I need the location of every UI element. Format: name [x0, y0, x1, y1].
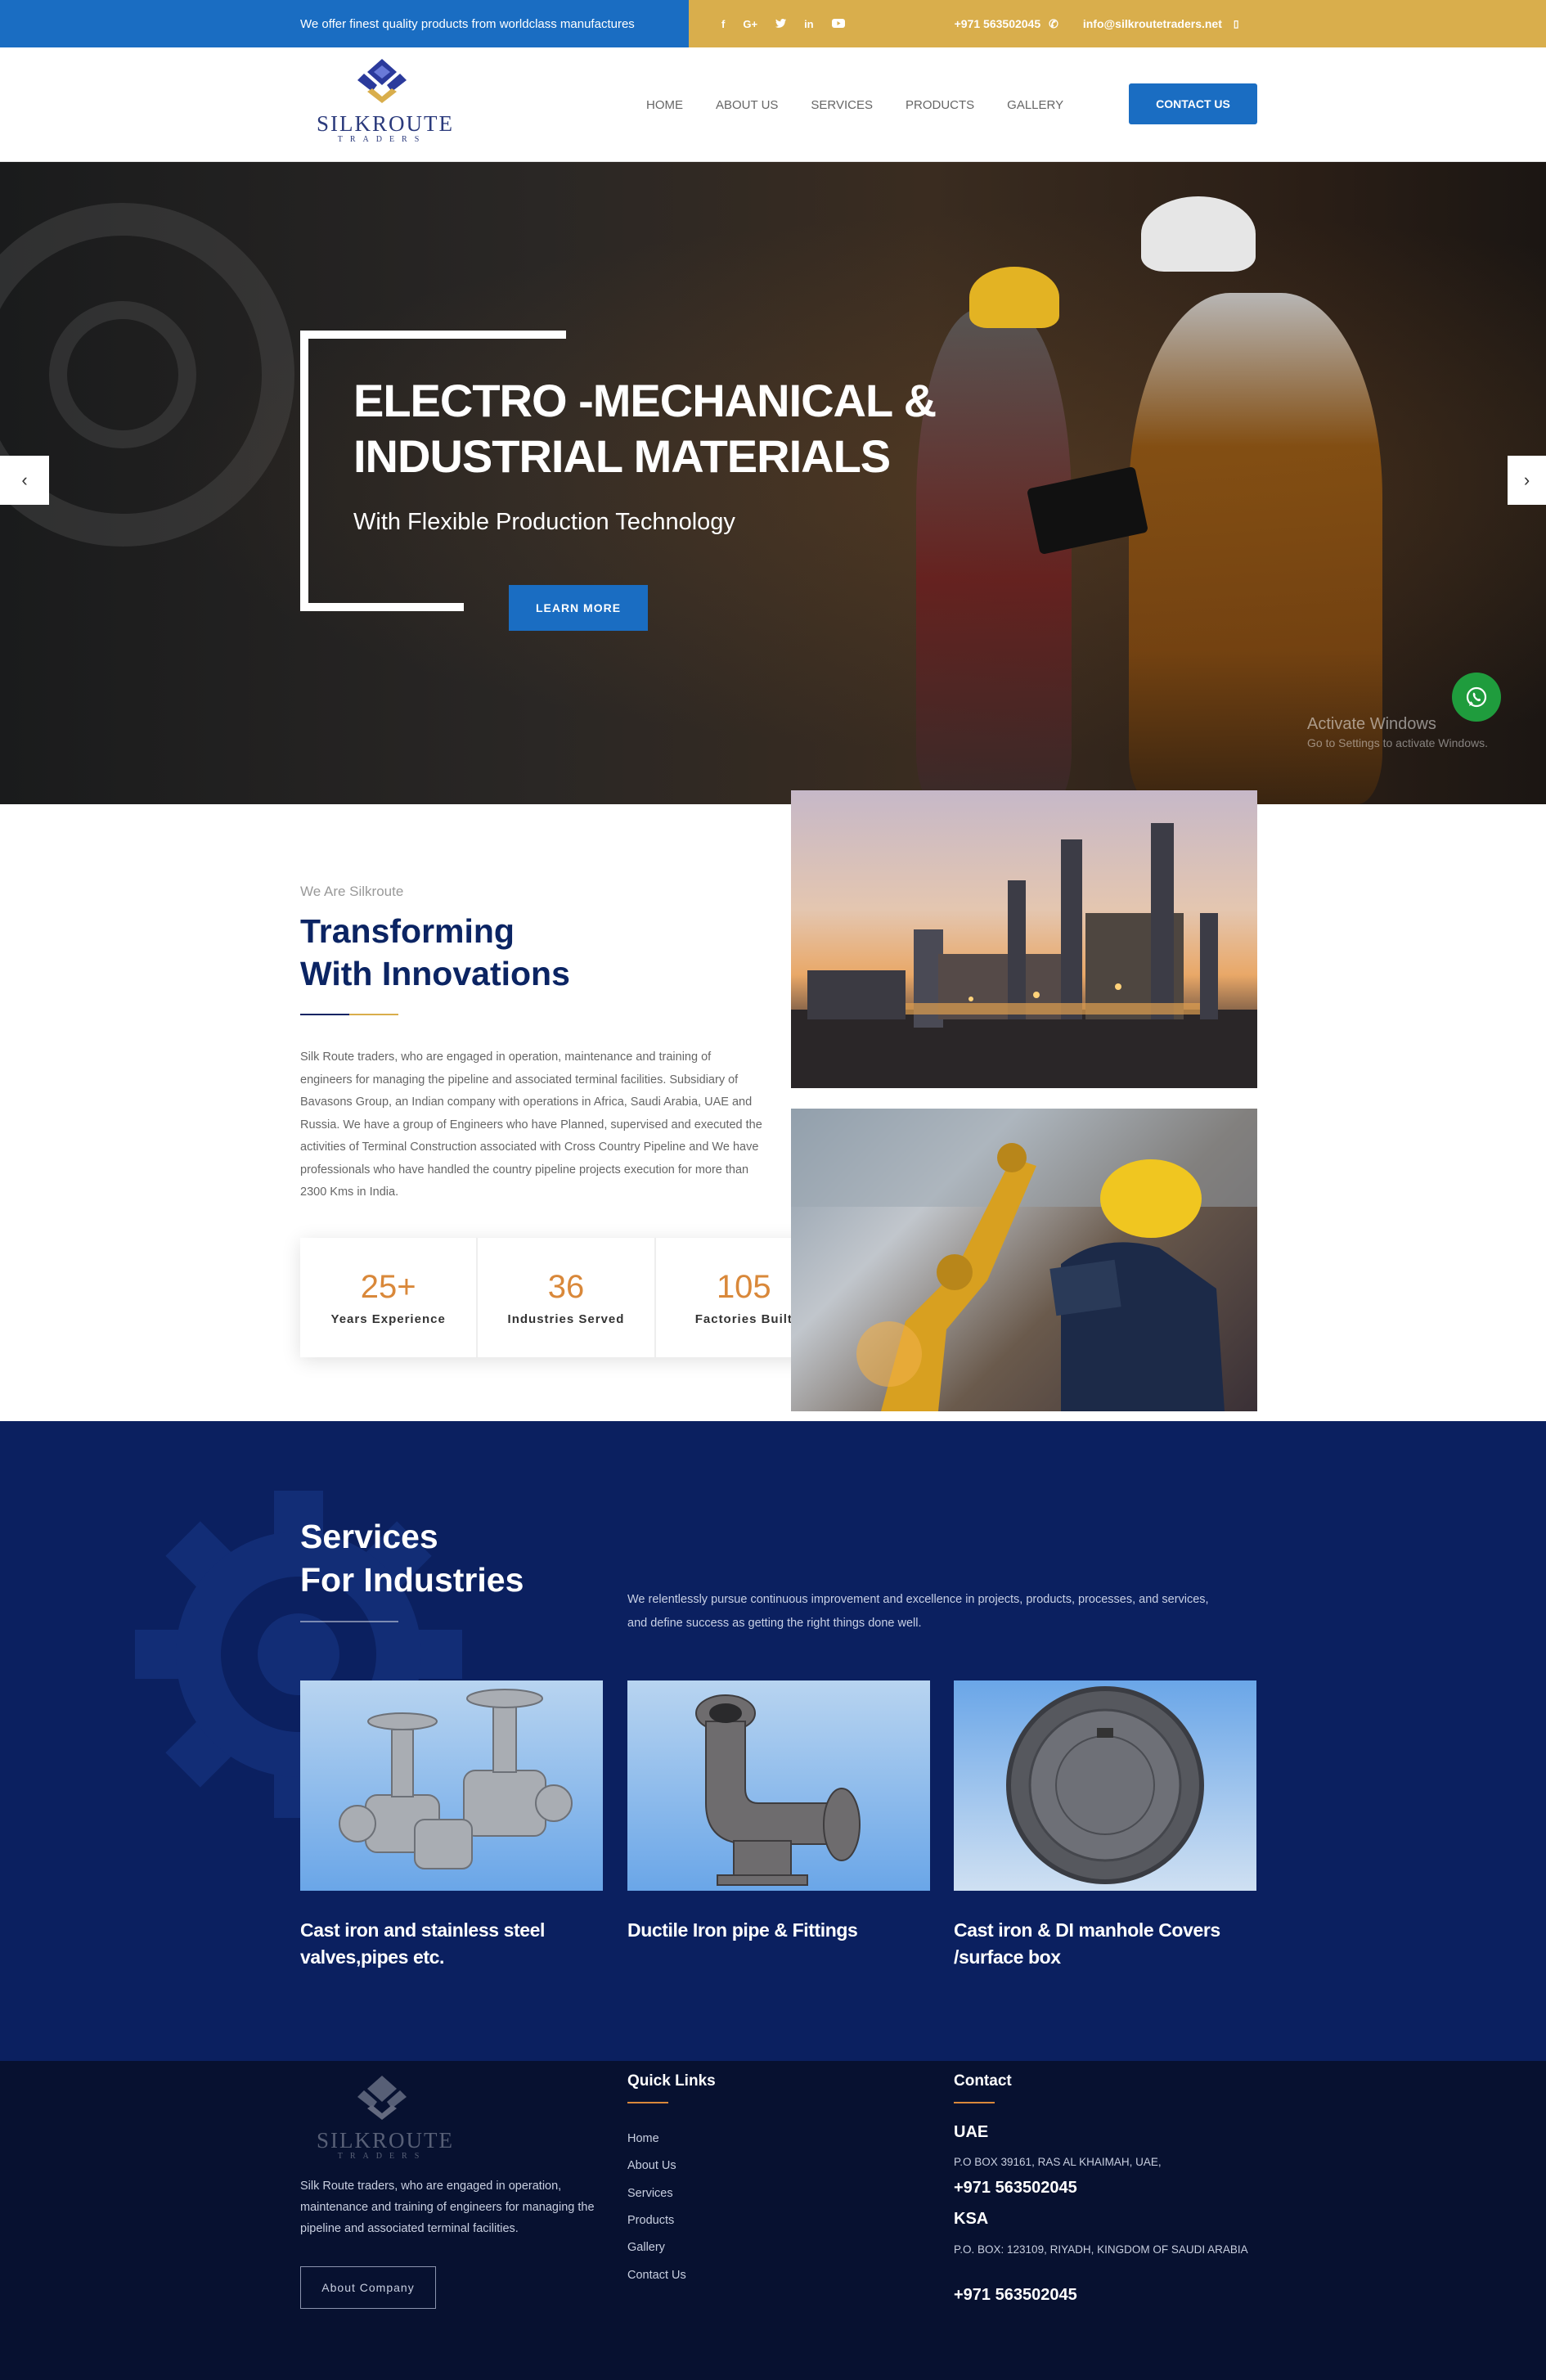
social-links: f G+ in — [721, 18, 845, 30]
linkedin-icon[interactable]: in — [804, 18, 814, 30]
hero-subtitle: With Flexible Production Technology — [353, 509, 735, 535]
whatsapp-icon — [1466, 686, 1487, 708]
nav-about-us[interactable]: ABOUT US — [716, 98, 778, 112]
topbar-tagline-area: We offer finest quality products from wo… — [0, 0, 689, 47]
refinery-image — [791, 790, 1257, 1088]
service-card-manhole-image[interactable] — [954, 1680, 1256, 1891]
robot-arm-image — [791, 1109, 1257, 1411]
about-company-button[interactable]: About Company — [300, 2266, 436, 2309]
windows-activation-title: Activate Windows — [1307, 715, 1436, 733]
topbar-tagline: We offer finest quality products from wo… — [300, 16, 635, 31]
about-title: Transforming With Innovations — [300, 912, 570, 992]
footer-logo-mark-icon — [357, 2076, 407, 2120]
ksa-phone[interactable]: +971 563502045 — [954, 2286, 1077, 2305]
white-helmet — [1141, 196, 1256, 272]
uae-address: P.O BOX 39161, RAS AL KHAIMAH, UAE, — [954, 2156, 1162, 2168]
windows-activation-subtitle: Go to Settings to activate Windows. — [1307, 736, 1488, 749]
topbar-email[interactable]: info@silkroutetraders.net — [1083, 17, 1222, 30]
ksa-label: KSA — [954, 2210, 989, 2228]
services-title: Services For Industries — [300, 1518, 524, 1599]
services-section: Services For Industries We relentlessly … — [0, 1421, 1546, 2061]
footer-logo[interactable]: SILKROUTE TRADERS — [317, 2072, 454, 2162]
nav-gallery[interactable]: GALLERY — [1007, 98, 1063, 112]
learn-more-button[interactable]: LEARN MORE — [509, 585, 648, 631]
slider-next-button[interactable]: › — [1508, 456, 1546, 505]
whatsapp-button[interactable] — [1452, 673, 1501, 722]
hero-title: ELECTRO -MECHANICAL & INDUSTRIAL MATERIA… — [353, 375, 937, 482]
footer-link-products[interactable]: Products — [627, 2214, 674, 2227]
contact-us-button[interactable]: CONTACT US — [1129, 83, 1257, 124]
yellow-helmet — [969, 267, 1059, 328]
logo-subtitle: TRADERS — [337, 135, 427, 144]
stat-industries: 36 Industries Served — [478, 1238, 656, 1357]
logo-name: SILKROUTE — [317, 111, 454, 136]
service-card-pipe-image[interactable] — [627, 1680, 930, 1891]
uae-phone[interactable]: +971 563502045 — [954, 2179, 1077, 2198]
footer-link-gallery[interactable]: Gallery — [627, 2241, 665, 2254]
logo-mark-icon — [357, 59, 407, 103]
about-eyebrow: We Are Silkroute — [300, 884, 404, 899]
hero-slider: ELECTRO -MECHANICAL & INDUSTRIAL MATERIA… — [0, 162, 1546, 804]
footer-about-text: Silk Route traders, who are engaged in o… — [300, 2180, 595, 2235]
service-card-pipe-title[interactable]: Ductile Iron pipe & Fittings — [627, 1917, 930, 1944]
twitter-icon[interactable] — [775, 18, 787, 30]
site-logo[interactable]: SILKROUTE TRADERS — [317, 56, 454, 154]
top-bar: We offer finest quality products from wo… — [0, 0, 1546, 47]
slider-prev-button[interactable]: ‹ — [0, 456, 49, 505]
google-plus-icon[interactable]: G+ — [743, 18, 757, 30]
youtube-icon[interactable] — [831, 18, 845, 30]
service-card-valves-title[interactable]: Cast iron and stainless steel valves,pip… — [300, 1917, 603, 1971]
chevron-right-icon: › — [1523, 470, 1530, 490]
service-card-manhole-title[interactable]: Cast iron & DI manhole Covers /surface b… — [954, 1917, 1256, 1971]
footer-logo-subtitle: TRADERS — [337, 2152, 427, 2161]
nav-services[interactable]: SERVICES — [811, 98, 873, 112]
nav-products[interactable]: PRODUCTS — [906, 98, 974, 112]
quick-links-heading: Quick Links — [627, 2072, 716, 2090]
service-card-valves-image[interactable] — [300, 1680, 603, 1891]
stat-years: 25+ Years Experience — [300, 1238, 479, 1357]
footer-link-home[interactable]: Home — [627, 2132, 659, 2145]
ksa-address: P.O. BOX: 123109, RIYADH, KINGDOM OF SAU… — [954, 2243, 1248, 2256]
services-description: We relentlessly pursue continuous improv… — [627, 1593, 1209, 1630]
main-nav: HOME ABOUT US SERVICES PRODUCTS GALLERY — [646, 98, 1063, 112]
topbar-phone[interactable]: +971 563502045 — [955, 17, 1041, 30]
phone-icon: ✆ — [1049, 16, 1058, 30]
site-footer: SILKROUTE TRADERS Silk Route traders, wh… — [0, 2061, 1546, 2380]
footer-link-about[interactable]: About Us — [627, 2159, 676, 2172]
footer-link-services[interactable]: Services — [627, 2187, 673, 2200]
about-divider — [300, 1014, 398, 1015]
services-divider — [300, 1621, 398, 1622]
chevron-left-icon: ‹ — [21, 470, 28, 490]
site-header: SILKROUTE TRADERS HOME ABOUT US SERVICES… — [0, 47, 1546, 162]
more-icon: ▯ — [1233, 18, 1239, 29]
stats-box: 25+ Years Experience 36 Industries Serve… — [300, 1238, 832, 1357]
about-text: Silk Route traders, who are engaged in o… — [300, 1051, 762, 1199]
footer-logo-name: SILKROUTE — [317, 2128, 454, 2153]
nav-home[interactable]: HOME — [646, 98, 683, 112]
contact-heading: Contact — [954, 2072, 1012, 2090]
footer-link-contact[interactable]: Contact Us — [627, 2269, 686, 2282]
facebook-icon[interactable]: f — [721, 18, 725, 30]
uae-label: UAE — [954, 2123, 989, 2141]
topbar-contact-area: f G+ in +971 563502045 ✆ info@silkroutet… — [689, 0, 1546, 47]
